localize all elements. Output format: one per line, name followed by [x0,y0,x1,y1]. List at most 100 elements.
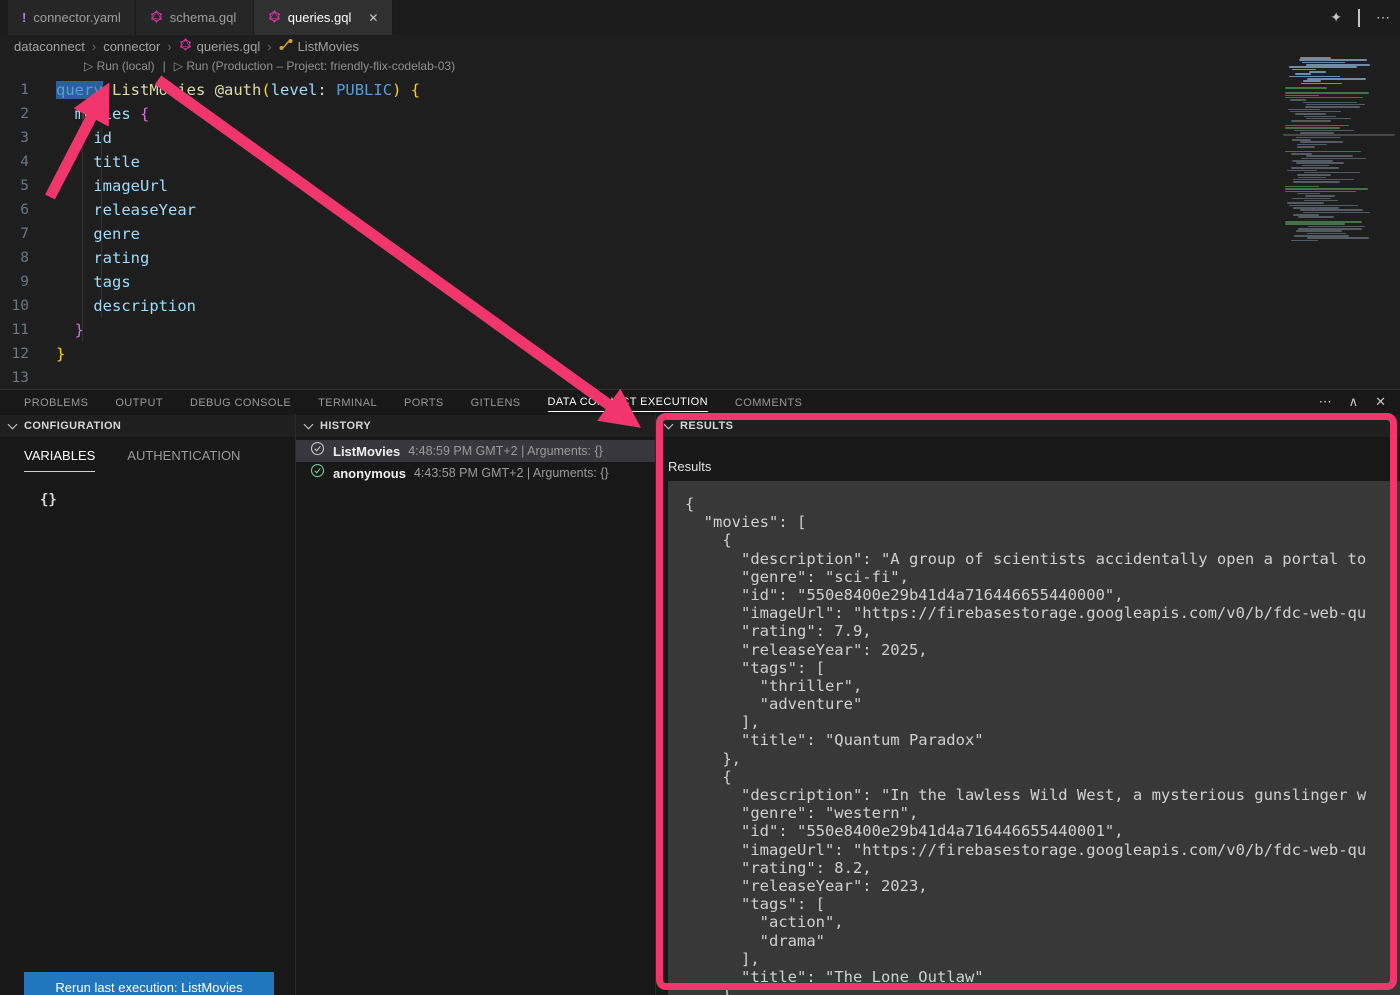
results-json-line: }, [685,750,1400,768]
minimap-bar [1302,165,1329,167]
code-lens-separator: | [163,59,166,73]
minimap-line [1283,240,1395,242]
minimap-bar [1298,228,1362,230]
minimap[interactable] [1283,57,1395,247]
code-lens: ▷ Run (local) | ▷ Run (Production – Proj… [84,59,455,73]
minimap-bar [1306,64,1370,66]
panel-tab-data-connect-execution[interactable]: DATA CONNECT EXECUTION [548,392,708,412]
history-section-header[interactable]: HISTORY [296,415,655,437]
panel-column-divider[interactable] [655,414,656,995]
split-editor-icon[interactable] [1358,10,1360,26]
editor-code-line[interactable]: 12} [0,342,1283,366]
editor-tab-queries-gql[interactable]: queries.gql ✕ [254,0,394,35]
minimap-bar [1287,170,1317,172]
editor-tab-label: schema.gql [170,10,236,25]
rerun-last-execution-button[interactable]: Rerun last execution: ListMovies [24,972,274,995]
minimap-bar [1285,97,1363,99]
code-token: } [56,345,65,363]
minimap-bar [1295,113,1325,115]
results-json-viewer[interactable]: { "movies": [ { "description": "A group … [668,481,1400,995]
breadcrumb-label: queries.gql [197,39,261,54]
code-token: level [271,81,318,99]
editor-code-line[interactable]: 3 id [0,126,1283,150]
code-text: query ListMovies @auth(level: PUBLIC) { [56,81,420,99]
run-local-link[interactable]: ▷ Run (local) [84,59,155,73]
minimap-bar [1294,130,1354,132]
minimap-bar [1285,223,1345,225]
line-number: 4 [0,154,56,170]
editor-code-line[interactable]: 1query ListMovies @auth(level: PUBLIC) { [0,78,1283,102]
variables-value[interactable]: {} [40,492,57,508]
editor-code-line[interactable]: 11 } [0,318,1283,342]
run-production-link[interactable]: ▷ Run (Production – Project: friendly-fl… [174,59,455,73]
minimap-bar [1300,57,1330,59]
code-token: movies [75,105,131,123]
breadcrumb-item-listmovies[interactable]: ListMovies [279,38,359,54]
editor-code-line[interactable]: 6 releaseYear [0,198,1283,222]
breadcrumb-label: dataconnect [14,39,85,54]
minimap-bar [1298,177,1326,179]
minimap-bar [1289,76,1340,78]
editor-code-line[interactable]: 13 [0,366,1283,390]
history-item-listmovies[interactable]: ListMovies4:48:59 PM GMT+2 | Arguments: … [296,440,655,462]
panel-tab-terminal[interactable]: TERMINAL [318,393,377,412]
sparkle-icon[interactable]: ✦ [1330,9,1342,26]
close-icon[interactable]: ✕ [368,11,378,25]
editor-code-line[interactable]: 4 title [0,150,1283,174]
minimap-bar [1296,162,1345,164]
breadcrumb-item-connector[interactable]: connector [103,39,160,54]
panel-tab-debug-console[interactable]: DEBUG CONSOLE [190,393,291,412]
minimap-bar [1292,69,1317,71]
minimap-bar [1309,71,1326,73]
breadcrumb-item-queries-gql[interactable]: queries.gql [179,38,261,54]
results-json-line: "id": "550e8400e29b41d4a716446655440000"… [685,586,1400,604]
minimap-bar [1300,141,1343,143]
panel-tab-comments[interactable]: COMMENTS [735,393,802,412]
panel-tab-gitlens[interactable]: GITLENS [471,393,521,412]
editor-code-line[interactable]: 10 description [0,294,1283,318]
panel-column-divider[interactable] [295,414,296,995]
code-text: imageUrl [56,177,168,195]
configuration-tab-authentication[interactable]: AUTHENTICATION [127,448,240,472]
window-actions: ✦⋯ [1330,0,1390,35]
minimap-bar [1297,174,1331,176]
line-number: 7 [0,226,56,242]
configuration-tab-variables[interactable]: VARIABLES [24,448,95,472]
editor-code-line[interactable]: 9 tags [0,270,1283,294]
code-editor[interactable]: 1query ListMovies @auth(level: PUBLIC) {… [0,78,1283,390]
results-json-line: "genre": "western", [685,804,1400,822]
results-json-line: "action", [685,913,1400,931]
maximize-panel-icon[interactable]: ∧ [1349,394,1359,410]
minimap-bar [1304,116,1335,118]
more-actions-icon[interactable]: ⋯ [1319,394,1332,410]
breadcrumb-item-dataconnect[interactable]: dataconnect [14,39,85,54]
minimap-bar [1290,111,1340,113]
panel-tab-problems[interactable]: PROBLEMS [24,393,88,412]
more-actions-icon[interactable]: ⋯ [1376,9,1390,26]
minimap-bar [1285,92,1369,94]
editor-code-line[interactable]: 7 genre [0,222,1283,246]
results-json-line: }, [685,986,1400,995]
results-json-line: ], [685,950,1400,968]
code-token: ListMovies [112,81,205,99]
panel-tab-output[interactable]: OUTPUT [115,393,163,412]
line-number: 3 [0,130,56,146]
minimap-bar [1292,139,1311,141]
editor-code-line[interactable]: 5 imageUrl [0,174,1283,198]
editor-code-line[interactable]: 2 movies { [0,102,1283,126]
results-section-header[interactable]: RESULTS [656,415,1400,437]
results-json-line: "drama" [685,932,1400,950]
editor-tab-connector-yaml[interactable]: !connector.yaml [8,0,136,35]
code-text: rating [56,249,149,267]
editor-code-line[interactable]: 8 rating [0,246,1283,270]
history-item-anonymous[interactable]: anonymous4:43:58 PM GMT+2 | Arguments: {… [296,462,655,484]
minimap-bar [1289,205,1357,207]
close-panel-icon[interactable]: ✕ [1375,394,1386,410]
editor-tab-schema-gql[interactable]: schema.gql [136,0,254,35]
minimap-bar [1304,172,1360,174]
breadcrumb-label: connector [103,39,160,54]
chevron-down-icon [664,419,674,429]
panel-tab-ports[interactable]: PORTS [404,393,444,412]
editor-tab-label: queries.gql [288,10,352,25]
configuration-section-header[interactable]: CONFIGURATION [0,415,295,437]
